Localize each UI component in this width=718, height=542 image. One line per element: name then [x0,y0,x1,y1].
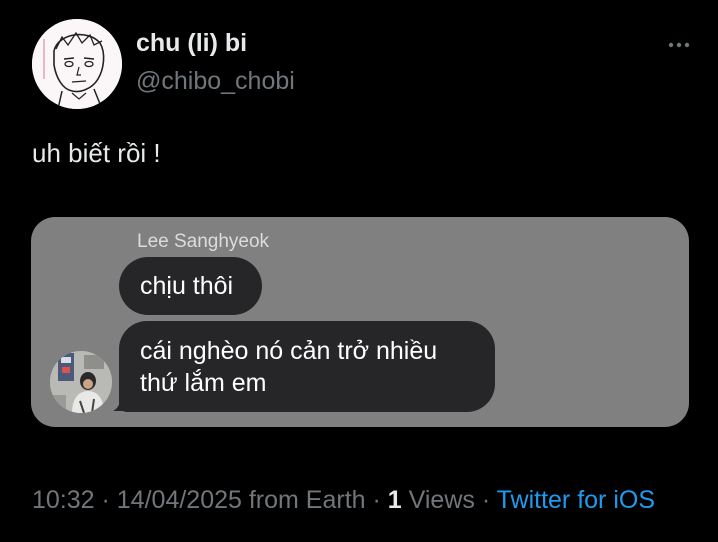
tweet-location: from Earth [241,486,366,514]
chat-message-text: thứ lắm em [140,369,267,397]
chat-message-text: chịu thôi [140,272,234,300]
separator-dot: · [474,486,497,514]
tweet-text: uh biết rồi ! [32,138,161,168]
author-avatar[interactable] [32,19,122,109]
bubble-tail-icon [113,397,125,411]
more-horizontal-icon [668,42,690,48]
views-label: Views [401,486,475,514]
author-handle[interactable]: @chibo_chobi [136,67,295,96]
sender-avatar-icon [50,351,112,413]
tweet-metadata: 10:32 · 14/04/2025 from Earth · 1 Views … [32,486,655,515]
attached-image[interactable]: Lee Sanghyeok chịu thôi cái nghèo nó cản… [31,217,689,427]
chat-message-text: cái nghèo nó cản trở nhiều [140,337,438,365]
separator-dot: · [365,486,388,514]
views-count: 1 [387,486,402,514]
more-options-button[interactable] [664,34,694,56]
chat-sender-name: Lee Sanghyeok [137,231,270,252]
author-display-name[interactable]: chu (li) bi [136,29,247,58]
source-link[interactable]: Twitter for iOS [497,486,655,514]
tweet-time[interactable]: 10:32 [32,486,95,514]
chat-sender-avatar [50,351,112,413]
tweet-date[interactable]: 14/04/2025 [117,486,242,514]
avatar-drawing-icon [32,19,122,109]
separator-dot: · [94,486,117,514]
chat-message-bubble: cái nghèo nó cản trở nhiều thứ lắm em [119,321,495,412]
chat-message-bubble: chịu thôi [119,257,262,315]
